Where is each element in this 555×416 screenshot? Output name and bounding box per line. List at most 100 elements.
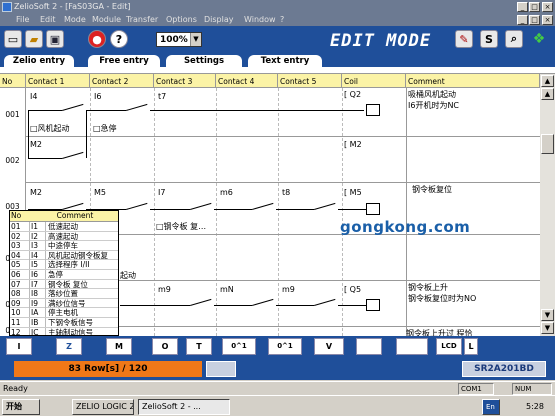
ladder-wire bbox=[86, 110, 126, 111]
close-button[interactable]: × bbox=[542, 2, 553, 12]
list-item[interactable]: 06 I6 急停 bbox=[10, 270, 118, 280]
grid-block-button[interactable] bbox=[396, 338, 428, 355]
tab-text-entry[interactable]: Text entry bbox=[248, 55, 322, 67]
contact-label[interactable]: t7 bbox=[158, 92, 166, 101]
open-folder-icon[interactable]: ▰ bbox=[25, 30, 43, 48]
coil-symbol[interactable] bbox=[366, 104, 380, 116]
doc-minimize-button[interactable]: _ bbox=[517, 15, 528, 25]
list-item[interactable]: 01 I1 低速起动 bbox=[10, 222, 118, 232]
minimize-button[interactable]: _ bbox=[517, 2, 528, 12]
simulation-button[interactable]: S bbox=[480, 30, 498, 48]
info-bar: 83 Row[s] / 120 SR2A201BD bbox=[0, 358, 555, 380]
list-item[interactable]: 10 IA 停主电机 bbox=[10, 308, 118, 318]
list-item[interactable]: 12 IC 主轴制动信号 bbox=[10, 327, 118, 335]
l-button[interactable]: L bbox=[464, 338, 478, 355]
scroll-up-icon[interactable]: ▲ bbox=[541, 88, 554, 100]
language-indicator[interactable]: En bbox=[482, 399, 500, 415]
menu-edit[interactable]: Edit bbox=[40, 15, 56, 24]
tab-free-entry[interactable]: Free entry bbox=[88, 55, 160, 67]
menu-bar: File Edit Mode Module Transfer Options D… bbox=[0, 14, 555, 26]
list-item[interactable]: 09 I9 满纱位信号 bbox=[10, 298, 118, 309]
start-button[interactable]: 开始 bbox=[2, 399, 40, 415]
chevron-down-icon[interactable]: ▼ bbox=[190, 33, 201, 46]
save-icon[interactable]: ▣ bbox=[46, 30, 64, 48]
lcd-button[interactable]: LCD bbox=[436, 338, 462, 355]
contact-label[interactable]: I7 bbox=[158, 188, 165, 197]
contact-label[interactable]: m6 bbox=[220, 188, 233, 197]
list-item[interactable]: 05 I5 选择程序 I/II bbox=[10, 260, 118, 270]
coil-label[interactable]: [ M5 bbox=[344, 188, 362, 197]
contact-label[interactable]: m9 bbox=[282, 285, 295, 294]
new-file-icon[interactable]: ▭ bbox=[4, 30, 22, 48]
coil-name: Q5 bbox=[349, 285, 362, 294]
analog-compare-button[interactable]: V bbox=[314, 338, 344, 355]
counter-button[interactable]: 0^1 bbox=[222, 338, 256, 355]
contact-label[interactable]: M5 bbox=[94, 188, 106, 197]
edit-check-icon[interactable]: ✎ bbox=[455, 30, 473, 48]
item-comment: 主轴制动信号 bbox=[45, 327, 93, 335]
contact-label[interactable]: M2 bbox=[30, 188, 42, 197]
item-no: 11 bbox=[11, 318, 21, 327]
list-item[interactable]: 07 I7 钢令板 复位 bbox=[10, 279, 118, 290]
menu-display[interactable]: Display bbox=[204, 15, 234, 24]
tab-settings[interactable]: Settings bbox=[166, 55, 242, 67]
list-item[interactable]: 08 I8 落纱位置 bbox=[10, 289, 118, 299]
grid-line bbox=[154, 88, 155, 336]
contact-label[interactable]: m9 bbox=[158, 285, 171, 294]
no-contact-symbol bbox=[252, 298, 276, 313]
item-code: I6 bbox=[29, 270, 42, 279]
ladder-wire bbox=[276, 209, 314, 210]
menu-module[interactable]: Module bbox=[92, 15, 121, 24]
tab-zelio-entry[interactable]: Zelio entry bbox=[4, 55, 74, 67]
doc-restore-button[interactable]: □ bbox=[529, 15, 540, 25]
comment-list-popup[interactable]: No Comment 01 I1 低速起动 02 I2 高速起动 03 I3 中途停车 04… bbox=[9, 210, 119, 336]
task-zeliosoft[interactable]: ZelioSoft 2 - ... bbox=[138, 399, 230, 415]
scroll-bottom-icon[interactable]: ▼ bbox=[541, 322, 554, 334]
stop-icon[interactable]: ● bbox=[88, 30, 106, 48]
contact-label[interactable]: I4 bbox=[30, 92, 37, 101]
row-number[interactable]: 002 bbox=[0, 136, 26, 182]
menu-mode[interactable]: Mode bbox=[64, 15, 86, 24]
menu-options[interactable]: Options bbox=[166, 15, 197, 24]
list-item[interactable]: 03 I3 中途停车 bbox=[10, 241, 118, 251]
coil-symbol[interactable] bbox=[366, 203, 380, 215]
item-code: I4 bbox=[29, 250, 42, 260]
list-item[interactable]: 11 IB 下钢令板信号 bbox=[10, 318, 118, 328]
menu-file[interactable]: File bbox=[16, 15, 29, 24]
scroll-thumb[interactable] bbox=[541, 134, 554, 154]
task-zelio-logic[interactable]: ZELIO LOGIC 2 ... bbox=[72, 399, 134, 415]
input-contact-button[interactable]: I bbox=[6, 338, 32, 355]
ladder-wire bbox=[214, 209, 252, 210]
item-comment: 选择程序 I/II bbox=[45, 260, 90, 270]
coil-symbol[interactable] bbox=[366, 299, 380, 311]
doc-close-button[interactable]: × bbox=[542, 15, 553, 25]
aux-relay-button[interactable]: M bbox=[106, 338, 132, 355]
coil-label[interactable]: [ Q2 bbox=[344, 90, 361, 99]
item-code: I2 bbox=[29, 231, 42, 241]
menu-transfer[interactable]: Transfer bbox=[126, 15, 158, 24]
list-item[interactable]: 02 I2 高速起动 bbox=[10, 231, 118, 242]
contact-label[interactable]: M2 bbox=[30, 140, 42, 149]
fast-counter-button[interactable]: 0^1 bbox=[268, 338, 302, 355]
menu-window[interactable]: Window bbox=[244, 15, 276, 24]
menu-help[interactable]: ? bbox=[280, 15, 284, 24]
contact-label[interactable]: mN bbox=[220, 285, 234, 294]
vertical-scrollbar[interactable]: ▲ ▲ ▼ ▼ bbox=[540, 74, 555, 336]
scroll-top-icon[interactable]: ▲ bbox=[541, 75, 554, 87]
clock-block-button[interactable] bbox=[356, 338, 382, 355]
contact-label[interactable]: I6 bbox=[94, 92, 101, 101]
contact-note: □风机起动 bbox=[30, 124, 70, 133]
coil-label[interactable]: [ Q5 bbox=[344, 285, 361, 294]
list-item[interactable]: 04 I4 风机起动钢令板复 bbox=[10, 250, 118, 261]
timer-button[interactable]: T bbox=[186, 338, 212, 355]
scroll-down-icon[interactable]: ▼ bbox=[541, 309, 554, 321]
search-icon[interactable]: ⌕ bbox=[505, 30, 523, 48]
zoom-select[interactable]: 100% ▼ bbox=[156, 32, 202, 47]
maximize-button[interactable]: □ bbox=[529, 2, 540, 12]
coil-label[interactable]: [ M2 bbox=[344, 140, 362, 149]
contact-label[interactable]: t8 bbox=[282, 188, 290, 197]
row-number[interactable]: 001 bbox=[0, 88, 26, 136]
clock-button[interactable]: O bbox=[152, 338, 178, 355]
help-icon[interactable]: ? bbox=[110, 30, 128, 48]
z-key-button[interactable]: Z bbox=[56, 338, 82, 355]
